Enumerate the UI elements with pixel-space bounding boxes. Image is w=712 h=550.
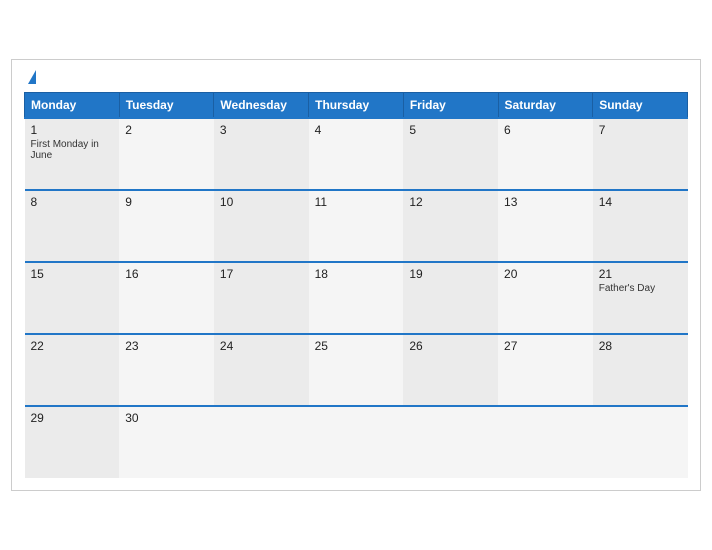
day-number: 20: [504, 267, 587, 281]
day-number: 26: [409, 339, 492, 353]
calendar-cell: 17: [214, 262, 309, 334]
day-number: 17: [220, 267, 303, 281]
day-number: 12: [409, 195, 492, 209]
calendar-cell: [403, 406, 498, 478]
calendar-cell: 20: [498, 262, 593, 334]
calendar-header: [24, 70, 688, 84]
day-number: 25: [315, 339, 398, 353]
calendar-cell: 30: [119, 406, 214, 478]
calendar-cell: 3: [214, 118, 309, 190]
day-number: 19: [409, 267, 492, 281]
calendar-tbody: 1First Monday in June2345678910111213141…: [25, 118, 688, 478]
day-number: 5: [409, 123, 492, 137]
calendar-thead: MondayTuesdayWednesdayThursdayFridaySatu…: [25, 93, 688, 119]
calendar-cell: 12: [403, 190, 498, 262]
weekday-header-tuesday: Tuesday: [119, 93, 214, 119]
calendar-cell: [498, 406, 593, 478]
day-number: 21: [599, 267, 682, 281]
day-event: Father's Day: [599, 283, 682, 294]
day-number: 15: [31, 267, 114, 281]
calendar-cell: 26: [403, 334, 498, 406]
calendar-cell: 28: [593, 334, 688, 406]
calendar-cell: 11: [309, 190, 404, 262]
week-row-1: 89 10 11 12 13 14: [25, 190, 688, 262]
day-number: 30: [125, 411, 208, 425]
day-number: 2: [125, 123, 208, 137]
calendar-cell: 23: [119, 334, 214, 406]
day-number: 16: [125, 267, 208, 281]
calendar-cell: 2: [119, 118, 214, 190]
weekday-header-monday: Monday: [25, 93, 120, 119]
calendar-cell: 24: [214, 334, 309, 406]
day-event: First Monday in June: [31, 139, 114, 161]
calendar-cell: 9: [119, 190, 214, 262]
logo-triangle-icon: [28, 70, 36, 84]
week-row-3: 22 23 24 25 26 27 28: [25, 334, 688, 406]
calendar-cell: 15: [25, 262, 120, 334]
calendar-cell: 7: [593, 118, 688, 190]
day-number: 7: [599, 123, 682, 137]
calendar-cell: 18: [309, 262, 404, 334]
weekday-header-row: MondayTuesdayWednesdayThursdayFridaySatu…: [25, 93, 688, 119]
weekday-header-saturday: Saturday: [498, 93, 593, 119]
week-row-0: 1 First Monday in June 234567: [25, 118, 688, 190]
calendar-cell: 16: [119, 262, 214, 334]
day-number: 8: [31, 195, 114, 209]
calendar-cell: 21 Father's Day: [593, 262, 688, 334]
calendar-cell: 27: [498, 334, 593, 406]
day-number: 24: [220, 339, 303, 353]
day-number: 6: [504, 123, 587, 137]
day-number: 3: [220, 123, 303, 137]
day-number: 13: [504, 195, 587, 209]
weekday-header-wednesday: Wednesday: [214, 93, 309, 119]
logo: [24, 70, 36, 84]
day-number: 9: [125, 195, 208, 209]
week-row-2: 15 16 17 18 19 20 21 Father's Day: [25, 262, 688, 334]
day-number: 14: [599, 195, 682, 209]
day-number: 29: [31, 411, 114, 425]
calendar-cell: 5: [403, 118, 498, 190]
calendar-cell: 19: [403, 262, 498, 334]
weekday-header-thursday: Thursday: [309, 93, 404, 119]
day-number: 10: [220, 195, 303, 209]
day-number: 28: [599, 339, 682, 353]
calendar-cell: 29: [25, 406, 120, 478]
day-number: 22: [31, 339, 114, 353]
calendar-cell: [593, 406, 688, 478]
weekday-header-sunday: Sunday: [593, 93, 688, 119]
week-row-4: 29 30: [25, 406, 688, 478]
calendar-grid: MondayTuesdayWednesdayThursdayFridaySatu…: [24, 92, 688, 478]
day-number: 11: [315, 195, 398, 209]
day-number: 1: [31, 123, 114, 137]
weekday-header-friday: Friday: [403, 93, 498, 119]
day-number: 23: [125, 339, 208, 353]
calendar-cell: 8: [25, 190, 120, 262]
calendar-cell: [214, 406, 309, 478]
day-number: 18: [315, 267, 398, 281]
day-number: 27: [504, 339, 587, 353]
calendar-cell: 14: [593, 190, 688, 262]
calendar-cell: 13: [498, 190, 593, 262]
calendar-cell: 25: [309, 334, 404, 406]
calendar-cell: 1 First Monday in June: [25, 118, 120, 190]
calendar-cell: 22: [25, 334, 120, 406]
calendar-cell: 10: [214, 190, 309, 262]
calendar-cell: 4: [309, 118, 404, 190]
calendar-wrapper: MondayTuesdayWednesdayThursdayFridaySatu…: [11, 59, 701, 491]
day-number: 4: [315, 123, 398, 137]
calendar-cell: 6: [498, 118, 593, 190]
calendar-cell: [309, 406, 404, 478]
